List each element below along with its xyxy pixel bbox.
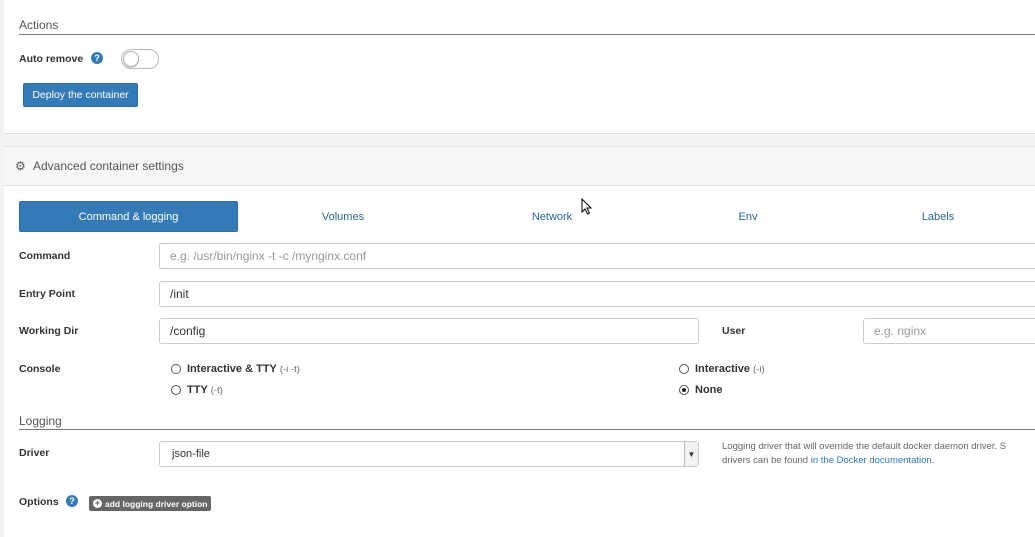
deploy-container-button[interactable]: Deploy the container (23, 83, 138, 107)
toggle-knob (123, 51, 139, 67)
working-dir-label: Working Dir (19, 325, 79, 337)
tab-volumes[interactable]: Volumes (250, 201, 436, 232)
radio-hint: (-i) (753, 363, 765, 375)
advanced-settings-header: ⚙ Advanced container settings (4, 146, 1035, 186)
radio-label: None (695, 384, 723, 396)
advanced-settings-title: Advanced container settings (33, 159, 184, 173)
docker-docs-link[interactable]: in the Docker documentation (811, 455, 932, 466)
tab-network[interactable]: Network (459, 201, 645, 232)
radio-circle (679, 364, 689, 374)
command-placeholder: e.g. /usr/bin/nginx -t -c /mynginx.conf (170, 249, 367, 263)
auto-remove-label: Auto remove (19, 53, 84, 65)
console-label: Console (19, 363, 61, 375)
logging-divider (19, 429, 1035, 430)
actions-section-title: Actions (19, 18, 59, 32)
plus-icon: + (93, 498, 102, 508)
driver-select-value: json-file (172, 448, 210, 460)
help-icon[interactable]: ? (91, 52, 103, 64)
radio-label: Interactive (695, 363, 751, 375)
radio-circle (171, 364, 181, 374)
console-option-none[interactable]: None (679, 384, 723, 396)
gear-icon: ⚙ (15, 159, 26, 173)
tab-env[interactable]: Env (655, 201, 841, 232)
driver-select[interactable]: json-file ▼ (159, 441, 699, 467)
command-input[interactable]: e.g. /usr/bin/nginx -t -c /mynginx.conf (159, 243, 1035, 269)
driver-desc-line1: Logging driver that will override the de… (722, 441, 1007, 452)
entry-point-input[interactable]: /init (159, 281, 1035, 307)
radio-hint: (-t) (210, 384, 223, 396)
entry-point-value: /init (170, 287, 189, 301)
radio-circle (171, 385, 181, 395)
tab-command-logging[interactable]: Command & logging (19, 201, 238, 232)
driver-label: Driver (19, 447, 50, 459)
driver-description: Logging driver that will override the de… (722, 440, 1006, 468)
user-placeholder: e.g. nginx (874, 324, 927, 338)
radio-label: TTY (187, 384, 208, 396)
radio-hint: (-i -t) (279, 363, 300, 375)
user-label: User (722, 325, 746, 337)
auto-remove-toggle[interactable] (121, 49, 159, 69)
console-option-interactive[interactable]: Interactive (-i) (679, 363, 765, 375)
working-dir-value: /config (170, 324, 206, 338)
radio-circle-selected (679, 385, 689, 395)
add-logging-option-button[interactable]: + add logging driver option (89, 496, 212, 511)
mouse-cursor-icon (581, 198, 593, 215)
console-option-interactive-tty[interactable]: Interactive & TTY (-i -t) (171, 363, 300, 375)
working-dir-input[interactable]: /config (159, 318, 699, 344)
driver-desc-prefix: drivers can be found (722, 455, 811, 466)
advanced-settings-panel (4, 186, 1035, 537)
options-label: Options (19, 496, 59, 508)
user-input[interactable]: e.g. nginx (863, 318, 1035, 344)
driver-desc-line2: drivers can be found in the Docker docum… (722, 454, 1006, 468)
command-label: Command (19, 250, 71, 262)
add-logging-option-label: add logging driver option (105, 498, 208, 509)
entry-point-label: Entry Point (19, 288, 76, 300)
logging-section-title: Logging (19, 414, 62, 428)
tab-labels[interactable]: Labels (845, 201, 1031, 232)
help-icon[interactable]: ? (66, 495, 78, 507)
actions-panel (4, 0, 1035, 134)
actions-divider (19, 34, 1035, 35)
console-option-tty[interactable]: TTY (-t) (171, 384, 223, 396)
driver-desc-suffix: . (931, 455, 935, 466)
radio-label: Interactive & TTY (187, 363, 277, 375)
chevron-down-icon: ▼ (684, 442, 698, 466)
